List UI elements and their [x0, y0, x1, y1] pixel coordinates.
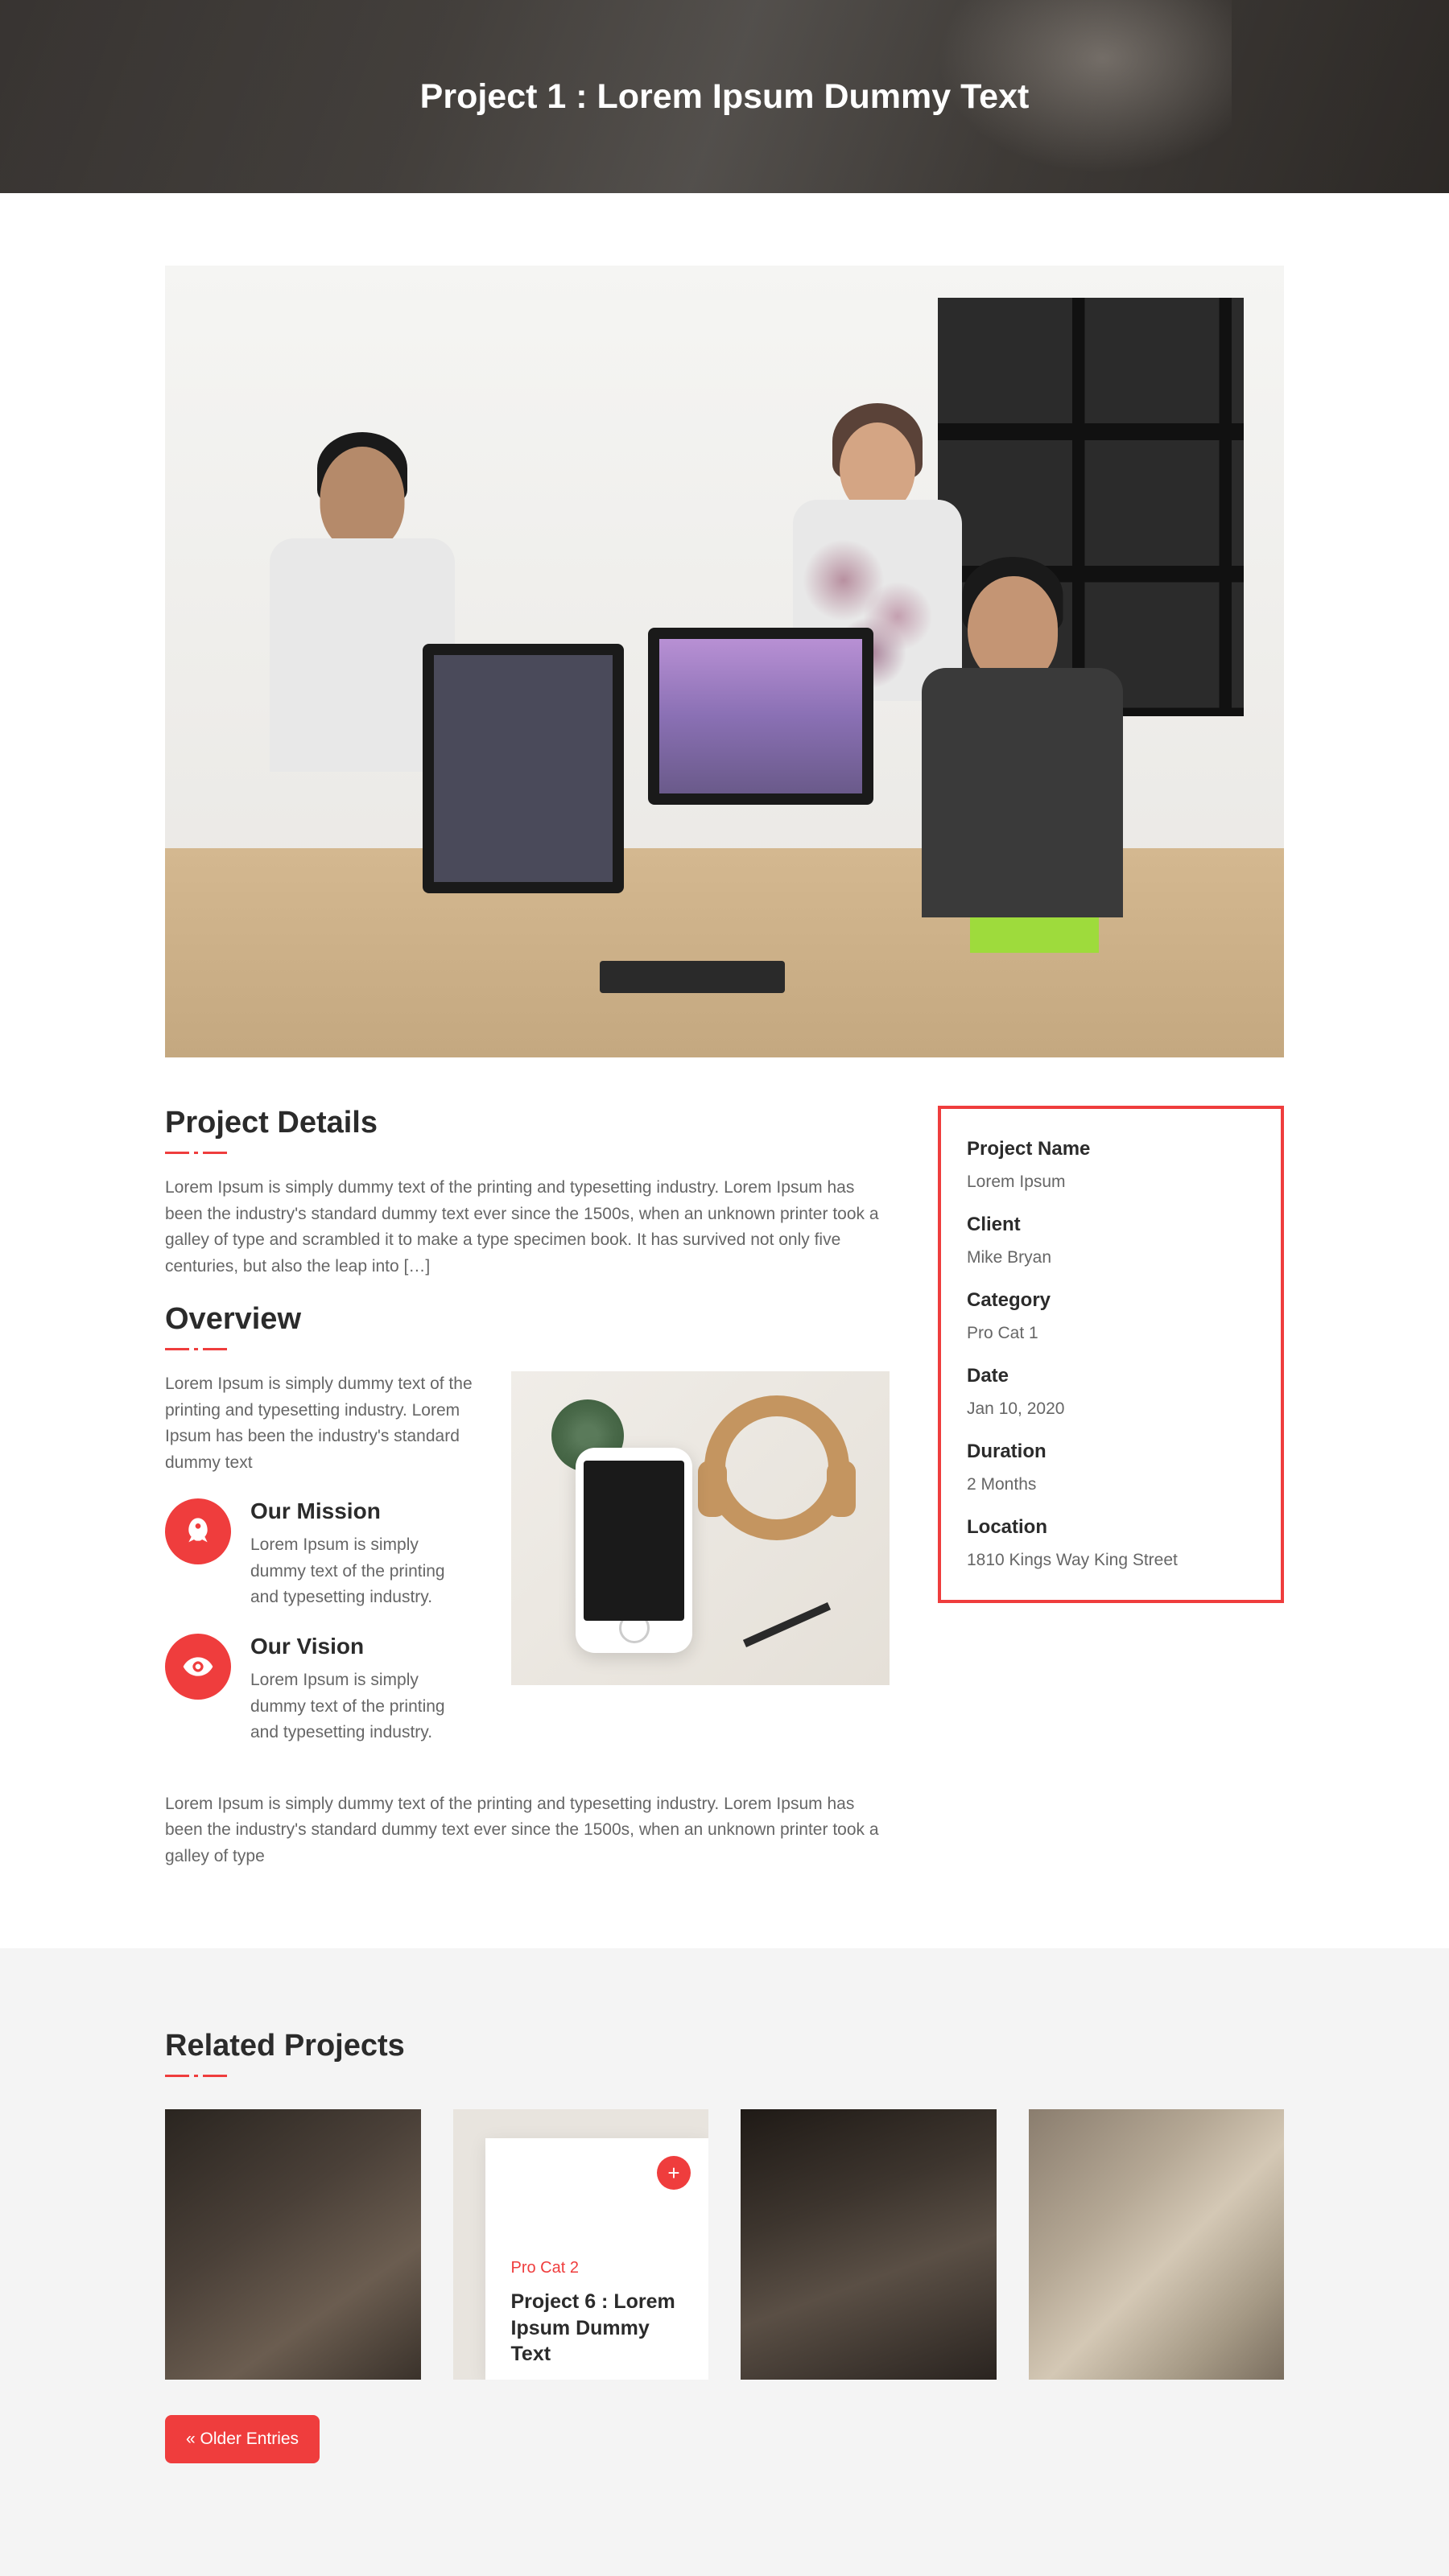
divider: [165, 2075, 1284, 2077]
page-title: Project 1 : Lorem Ipsum Dummy Text: [420, 77, 1030, 117]
related-heading: Related Projects: [165, 2029, 1284, 2063]
info-value: 1810 Kings Way King Street: [967, 1551, 1178, 1569]
info-label: Date: [967, 1365, 1255, 1387]
info-value: Jan 10, 2020: [967, 1399, 1064, 1418]
info-value: Lorem Ipsum: [967, 1173, 1066, 1191]
mission-text: Lorem Ipsum is simply dummy text of the …: [250, 1532, 473, 1611]
rocket-icon: [165, 1498, 231, 1564]
divider: [165, 1152, 890, 1154]
older-entries-button[interactable]: « Older Entries: [165, 2415, 320, 2463]
related-card[interactable]: [165, 2109, 421, 2380]
info-label: Duration: [967, 1440, 1255, 1463]
info-value: Pro Cat 1: [967, 1324, 1038, 1342]
details-heading: Project Details: [165, 1106, 890, 1140]
info-value: 2 Months: [967, 1475, 1036, 1494]
plus-icon[interactable]: +: [657, 2156, 691, 2190]
hero-banner: Project 1 : Lorem Ipsum Dummy Text: [0, 0, 1449, 193]
info-value: Mike Bryan: [967, 1248, 1051, 1267]
info-label: Project Name: [967, 1138, 1255, 1160]
mission-feature: Our Mission Lorem Ipsum is simply dummy …: [165, 1498, 473, 1611]
info-label: Location: [967, 1516, 1255, 1539]
related-card[interactable]: [1029, 2109, 1285, 2380]
info-label: Client: [967, 1214, 1255, 1236]
mission-title: Our Mission: [250, 1498, 473, 1524]
project-hero-image: [165, 266, 1284, 1057]
related-card[interactable]: [741, 2109, 997, 2380]
vision-title: Our Vision: [250, 1634, 473, 1659]
card-category: Pro Cat 2: [511, 2259, 683, 2277]
overview-intro: Lorem Ipsum is simply dummy text of the …: [165, 1371, 473, 1476]
vision-text: Lorem Ipsum is simply dummy text of the …: [250, 1667, 473, 1746]
overview-footer: Lorem Ipsum is simply dummy text of the …: [165, 1791, 890, 1870]
related-card-hover[interactable]: + Pro Cat 2 Project 6 : Lorem Ipsum Dumm…: [453, 2109, 709, 2380]
eye-icon: [165, 1634, 231, 1700]
divider: [165, 1348, 890, 1350]
vision-feature: Our Vision Lorem Ipsum is simply dummy t…: [165, 1634, 473, 1746]
overview-image: [511, 1371, 890, 1685]
details-text: Lorem Ipsum is simply dummy text of the …: [165, 1175, 890, 1280]
project-info-box: Project Name Lorem Ipsum Client Mike Bryan…: [938, 1106, 1284, 1603]
info-label: Category: [967, 1289, 1255, 1312]
card-title: Project 6 : Lorem Ipsum Dummy Text: [511, 2289, 683, 2368]
overview-heading: Overview: [165, 1302, 890, 1337]
